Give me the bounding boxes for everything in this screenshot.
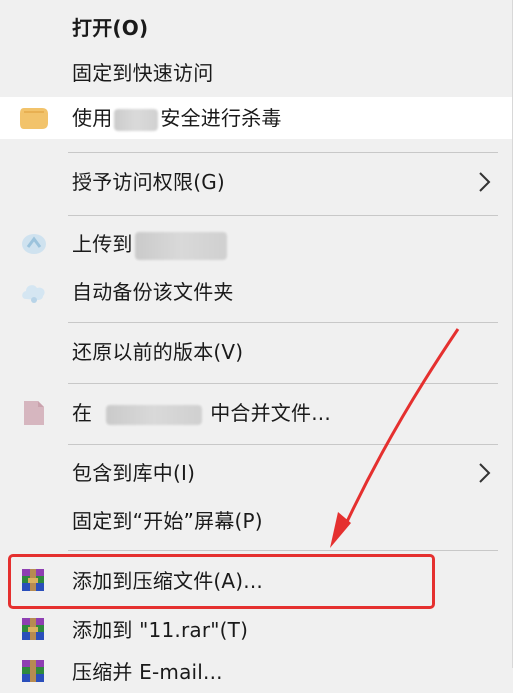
- menu-separator: [68, 152, 498, 153]
- menu-separator: [68, 383, 498, 384]
- menu-item-compress-email-label: 压缩并 E-mail...: [72, 660, 223, 684]
- menu-item-compress-email[interactable]: 压缩并 E-mail...: [0, 651, 512, 693]
- upload-label-prefix: 上传到: [72, 232, 133, 256]
- cloud-upload-icon: [22, 234, 46, 254]
- redacted-app-name: [106, 404, 203, 425]
- menu-item-pin-quick-access[interactable]: 固定到快速访问: [0, 52, 512, 94]
- antivirus-label-prefix: 使用: [72, 106, 113, 130]
- antivirus-shield-icon: [20, 108, 48, 129]
- menu-item-auto-backup[interactable]: 自动备份该文件夹: [0, 271, 512, 313]
- winrar-archive-icon: [22, 660, 44, 682]
- menu-item-add-to-rar[interactable]: 添加到 "11.rar"(T): [0, 609, 512, 651]
- menu-item-merge-files-label: 在 中合并文件...: [72, 392, 331, 434]
- merge-label-prefix: 在: [72, 401, 93, 425]
- menu-item-include-library-label: 包含到库中(I): [72, 461, 196, 485]
- menu-item-add-archive[interactable]: 添加到压缩文件(A)...: [0, 560, 512, 602]
- menu-item-open[interactable]: 打开(O): [0, 7, 512, 49]
- menu-separator: [68, 322, 498, 323]
- menu-item-pin-start-label: 固定到“开始”屏幕(P): [72, 509, 263, 533]
- winrar-archive-icon: [22, 618, 44, 640]
- submenu-chevron-icon: [479, 463, 491, 483]
- menu-item-restore-versions[interactable]: 还原以前的版本(V): [0, 331, 512, 373]
- menu-item-antivirus-scan-label: 使用 安全进行杀毒: [72, 97, 282, 139]
- menu-item-antivirus-scan[interactable]: 使用 安全进行杀毒: [0, 97, 512, 139]
- menu-separator: [68, 215, 498, 216]
- menu-item-grant-access-label: 授予访问权限(G): [72, 170, 225, 194]
- redacted-product-name: [114, 108, 159, 131]
- menu-item-grant-access[interactable]: 授予访问权限(G): [0, 161, 512, 203]
- menu-separator: [68, 550, 498, 551]
- merge-label-suffix: 中合并文件...: [210, 401, 331, 425]
- menu-item-pin-start[interactable]: 固定到“开始”屏幕(P): [0, 500, 512, 542]
- antivirus-label-suffix: 安全进行杀毒: [160, 106, 282, 130]
- menu-item-add-to-rar-label: 添加到 "11.rar"(T): [72, 618, 249, 642]
- menu-item-restore-versions-label: 还原以前的版本(V): [72, 340, 244, 364]
- menu-item-merge-files[interactable]: 在 中合并文件...: [0, 392, 512, 434]
- context-menu: 打开(O) 固定到快速访问 使用 安全进行杀毒 授予访问权限(G) 上传到 自动…: [0, 0, 513, 684]
- cloud-backup-icon: [22, 285, 45, 303]
- menu-item-pin-quick-access-label: 固定到快速访问: [72, 61, 214, 85]
- menu-item-add-archive-label: 添加到压缩文件(A)...: [72, 569, 263, 593]
- menu-item-include-library[interactable]: 包含到库中(I): [0, 452, 512, 494]
- menu-separator: [68, 444, 498, 445]
- menu-item-auto-backup-label: 自动备份该文件夹: [72, 280, 234, 304]
- submenu-chevron-icon: [479, 172, 491, 192]
- pdf-merge-icon: [24, 401, 44, 425]
- winrar-archive-icon: [22, 569, 44, 591]
- menu-item-open-label: 打开(O): [72, 16, 149, 40]
- menu-item-upload-cloud-label: 上传到: [72, 223, 227, 265]
- redacted-cloud-name: [134, 231, 227, 260]
- menu-item-upload-cloud[interactable]: 上传到: [0, 223, 512, 265]
